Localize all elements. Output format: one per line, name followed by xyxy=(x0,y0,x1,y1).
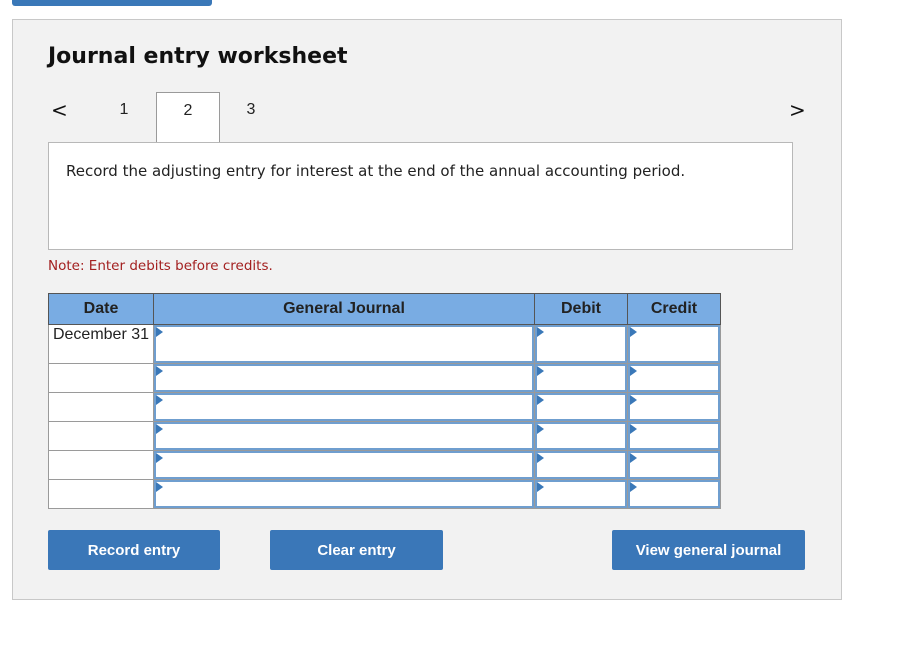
column-header-general-journal: General Journal xyxy=(153,293,535,325)
instruction-box: Record the adjusting entry for interest … xyxy=(48,142,793,250)
credit-input[interactable] xyxy=(628,451,720,479)
date-cell xyxy=(48,363,154,393)
account-input[interactable] xyxy=(154,364,534,392)
table-row xyxy=(48,421,721,451)
table-row xyxy=(48,392,721,422)
credit-input[interactable] xyxy=(628,393,720,421)
journal-entry-worksheet-panel: Journal entry worksheet < 1 2 3 > Record… xyxy=(12,19,842,600)
table-row xyxy=(48,363,721,393)
date-cell xyxy=(48,421,154,451)
table-row xyxy=(48,450,721,480)
page-title: Journal entry worksheet xyxy=(48,44,348,69)
tab-1[interactable]: 1 xyxy=(93,92,155,142)
view-general-journal-button[interactable]: View general journal xyxy=(612,530,805,570)
top-button-edge[interactable] xyxy=(12,0,212,6)
date-cell: December 31 xyxy=(48,324,154,364)
account-input[interactable] xyxy=(154,325,534,363)
column-header-debit: Debit xyxy=(534,293,628,325)
date-cell xyxy=(48,392,154,422)
credit-input[interactable] xyxy=(628,364,720,392)
account-input[interactable] xyxy=(154,451,534,479)
tab-3[interactable]: 3 xyxy=(220,92,282,142)
debit-input[interactable] xyxy=(535,422,627,450)
debit-input[interactable] xyxy=(535,451,627,479)
chevron-left-icon[interactable]: < xyxy=(51,98,68,122)
debit-input[interactable] xyxy=(535,325,627,363)
instruction-text: Record the adjusting entry for interest … xyxy=(66,162,686,180)
date-cell xyxy=(48,450,154,480)
account-input[interactable] xyxy=(154,480,534,508)
credit-input[interactable] xyxy=(628,325,720,363)
debit-input[interactable] xyxy=(535,364,627,392)
account-input[interactable] xyxy=(154,422,534,450)
debit-input[interactable] xyxy=(535,393,627,421)
account-input[interactable] xyxy=(154,393,534,421)
debit-input[interactable] xyxy=(535,480,627,508)
table-row: December 31 xyxy=(48,324,721,364)
table-row xyxy=(48,479,721,509)
journal-table: Date General Journal Debit Credit Decemb… xyxy=(48,293,721,509)
chevron-right-icon[interactable]: > xyxy=(789,98,806,122)
credit-input[interactable] xyxy=(628,422,720,450)
record-entry-button[interactable]: Record entry xyxy=(48,530,220,570)
note-text: Note: Enter debits before credits. xyxy=(48,258,273,274)
column-header-date: Date xyxy=(48,293,154,325)
column-header-credit: Credit xyxy=(627,293,721,325)
credit-input[interactable] xyxy=(628,480,720,508)
date-cell xyxy=(48,479,154,509)
tab-2[interactable]: 2 xyxy=(156,92,220,144)
clear-entry-button[interactable]: Clear entry xyxy=(270,530,443,570)
